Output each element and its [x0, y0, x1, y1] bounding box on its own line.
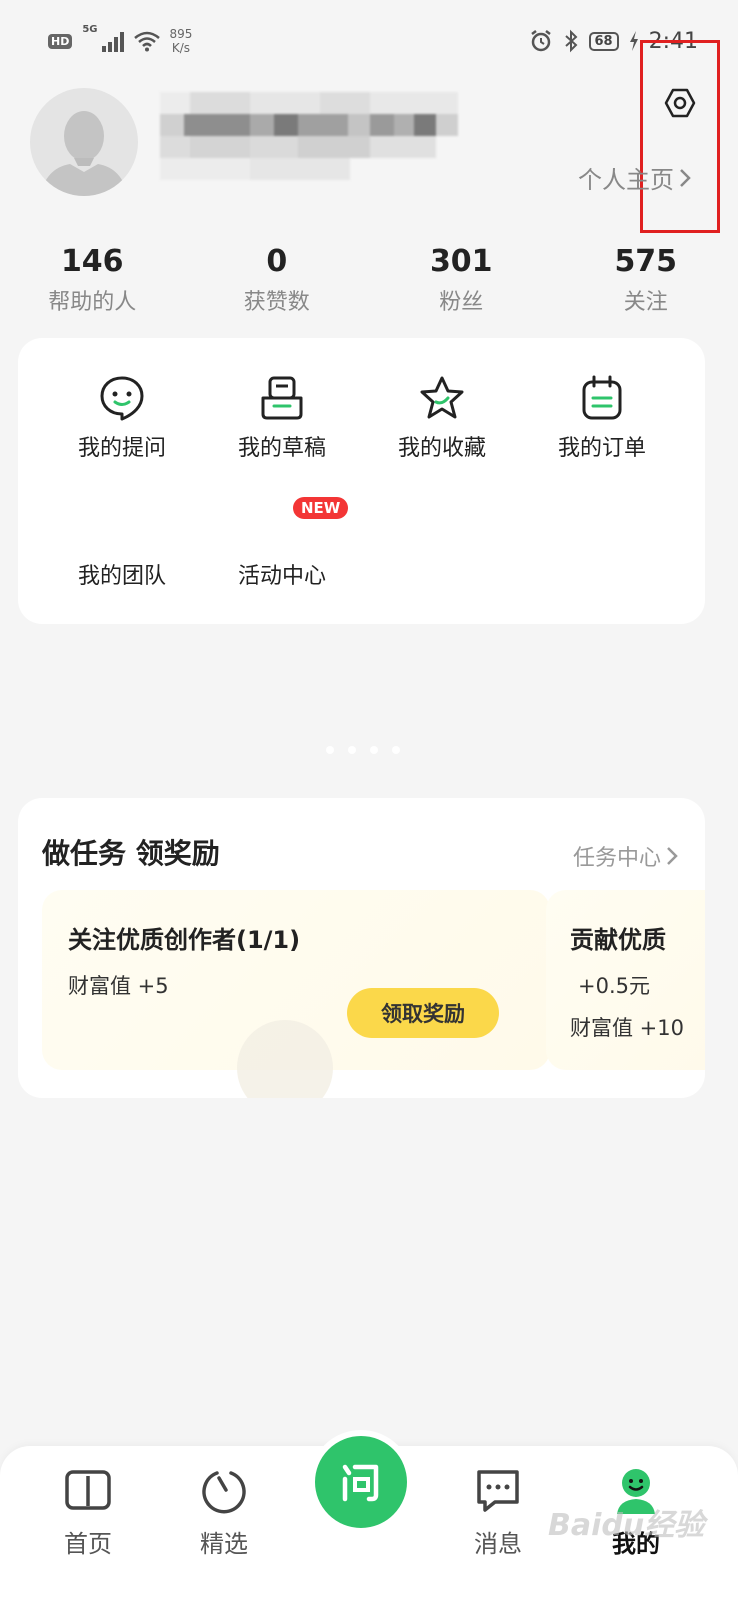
avatar[interactable] [30, 88, 138, 196]
network-speed: 895 K/s [170, 27, 193, 55]
smile-chat-icon [100, 376, 144, 421]
battery-indicator: 68 [588, 31, 619, 51]
task-tile-title: 关注优质创作者(1/1) [68, 926, 301, 954]
personal-homepage-link[interactable]: 个人主页 [578, 160, 692, 195]
hd-indicator: HD [48, 33, 73, 49]
stat-fans[interactable]: 301 粉丝 [369, 242, 554, 316]
task-card: 做任务 领奖励 任务中心 关注优质创作者(1/1) 财富值 +5 领取奖励 贡献… [18, 798, 705, 1098]
stat-label: 粉丝 [439, 290, 484, 315]
my-favorites-item[interactable]: 我的收藏 [362, 374, 522, 462]
feature-label: 我的订单 [557, 436, 646, 461]
chevron-right-icon [667, 847, 678, 865]
carousel-dots [326, 746, 400, 754]
task-reward: 财富值 +10 [570, 1016, 684, 1040]
book-icon [65, 1470, 111, 1510]
tile-decoration [237, 1020, 333, 1098]
task-tile[interactable]: 贡献优质 +0.5元 财富值 +10 [546, 890, 705, 1070]
stat-value: 301 [429, 244, 493, 279]
username-blurred [160, 92, 458, 192]
speed-value: 895 [169, 27, 193, 41]
homepage-label: 个人主页 [578, 166, 674, 194]
stat-value: 575 [614, 244, 678, 279]
nav-messages[interactable]: 消息 [448, 1466, 548, 1559]
stat-label: 帮助的人 [48, 290, 137, 315]
signal-icon [101, 30, 124, 52]
stat-value: 0 [266, 244, 288, 279]
circle-arc-icon [202, 1471, 246, 1514]
nav-label: 首页 [64, 1530, 112, 1558]
my-questions-item[interactable]: 我的提问 [42, 374, 202, 462]
feature-label: 我的提问 [77, 436, 166, 461]
baidu-watermark: Baidu经验 [548, 1508, 705, 1543]
task-reward: +0.5元 [578, 974, 650, 998]
status-left: HD 5G 895 K/s [48, 24, 192, 58]
stat-value: 146 [60, 244, 124, 279]
carousel-dot [348, 746, 356, 754]
order-icon [582, 375, 622, 420]
task-tile-title: 贡献优质 [570, 926, 666, 954]
speed-unit: K/s [171, 41, 191, 55]
feature-label: 我的团队 [77, 564, 166, 589]
feature-label: 活动中心 [237, 564, 326, 589]
nav-home[interactable]: 首页 [38, 1466, 138, 1559]
my-drafts-item[interactable]: 我的草稿 [202, 374, 362, 462]
my-orders-item[interactable]: 我的订单 [522, 374, 682, 462]
status-bar: HD 5G 895 K/s 68 2:41 [0, 0, 738, 80]
nav-label: 精选 [200, 1530, 248, 1558]
nav-featured[interactable]: 精选 [174, 1466, 274, 1559]
nav-label: 消息 [474, 1530, 522, 1558]
ask-question-button[interactable]: 问 [309, 1430, 413, 1534]
new-badge: NEW [293, 497, 349, 519]
feature-label: 我的草稿 [237, 436, 326, 461]
carousel-dot [326, 746, 334, 754]
task-section-title: 做任务 领奖励 [42, 837, 220, 870]
stat-label: 获赞数 [243, 290, 310, 315]
bluetooth-icon [564, 29, 577, 53]
feature-label: 我的收藏 [397, 436, 486, 461]
charging-icon [629, 31, 638, 51]
chevron-right-icon [680, 168, 691, 187]
draft-icon [261, 376, 303, 420]
claim-reward-button[interactable]: 领取奖励 [347, 988, 499, 1038]
stat-following[interactable]: 575 关注 [554, 242, 738, 316]
default-avatar-icon [40, 111, 128, 196]
task-center-label: 任务中心 [572, 846, 661, 871]
activity-center-item[interactable]: 活动中心 [202, 550, 362, 590]
carousel-dot [392, 746, 400, 754]
task-tile[interactable]: 关注优质创作者(1/1) 财富值 +5 领取奖励 [42, 890, 550, 1098]
annotation-highlight-box [640, 40, 720, 233]
network-type: 5G [82, 24, 98, 35]
wifi-icon [133, 31, 160, 52]
task-reward: 财富值 +5 [68, 974, 169, 998]
my-team-item[interactable]: 我的团队 [42, 550, 202, 590]
stat-helped[interactable]: 146 帮助的人 [0, 242, 185, 316]
star-icon [420, 376, 464, 419]
carousel-dot [370, 746, 378, 754]
stat-label: 关注 [623, 290, 668, 315]
alarm-icon [530, 30, 551, 52]
stat-likes[interactable]: 0 获赞数 [185, 242, 370, 316]
stats-row: 146 帮助的人 0 获赞数 301 粉丝 575 关注 [0, 242, 738, 316]
ask-icon [342, 1464, 379, 1502]
message-icon [477, 1470, 519, 1512]
task-center-link[interactable]: 任务中心 [573, 840, 679, 872]
